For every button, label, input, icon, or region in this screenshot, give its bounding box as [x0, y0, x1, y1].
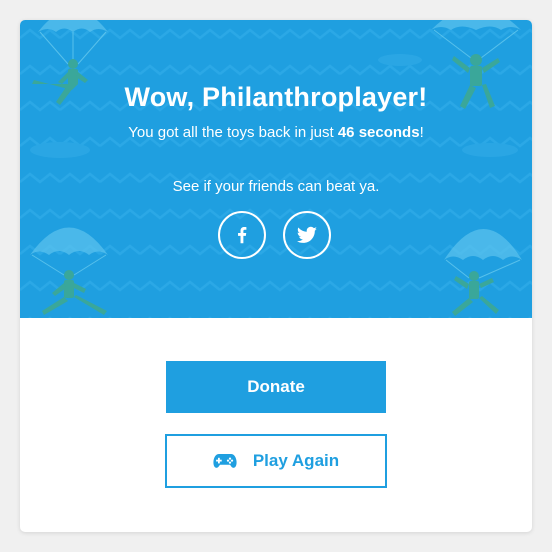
facebook-icon [238, 227, 247, 244]
challenge-text: See if your friends can beat ya. [172, 178, 380, 195]
donate-label: Donate [247, 377, 305, 396]
result-text: You got all the toys back in just 46 sec… [20, 124, 532, 141]
result-prefix: You got all the toys back in just [128, 124, 338, 141]
result-suffix: ! [419, 124, 424, 141]
results-banner: Wow, Philanthroplayer! You got all the t… [20, 20, 532, 318]
donate-button[interactable]: Donate [166, 361, 386, 413]
results-card: Wow, Philanthroplayer! You got all the t… [20, 20, 532, 532]
paratrooper-icon [444, 229, 522, 316]
twitter-icon [296, 226, 317, 243]
play-again-button[interactable]: Play Again [165, 434, 387, 488]
share-facebook-button[interactable] [218, 211, 266, 259]
headline: Wow, Philanthroplayer! [124, 82, 428, 112]
gamepad-icon [213, 453, 237, 469]
play-again-label: Play Again [252, 451, 340, 470]
result-time: 46 seconds [337, 124, 420, 141]
paratrooper-icon [30, 227, 108, 315]
share-twitter-button[interactable] [283, 211, 331, 259]
